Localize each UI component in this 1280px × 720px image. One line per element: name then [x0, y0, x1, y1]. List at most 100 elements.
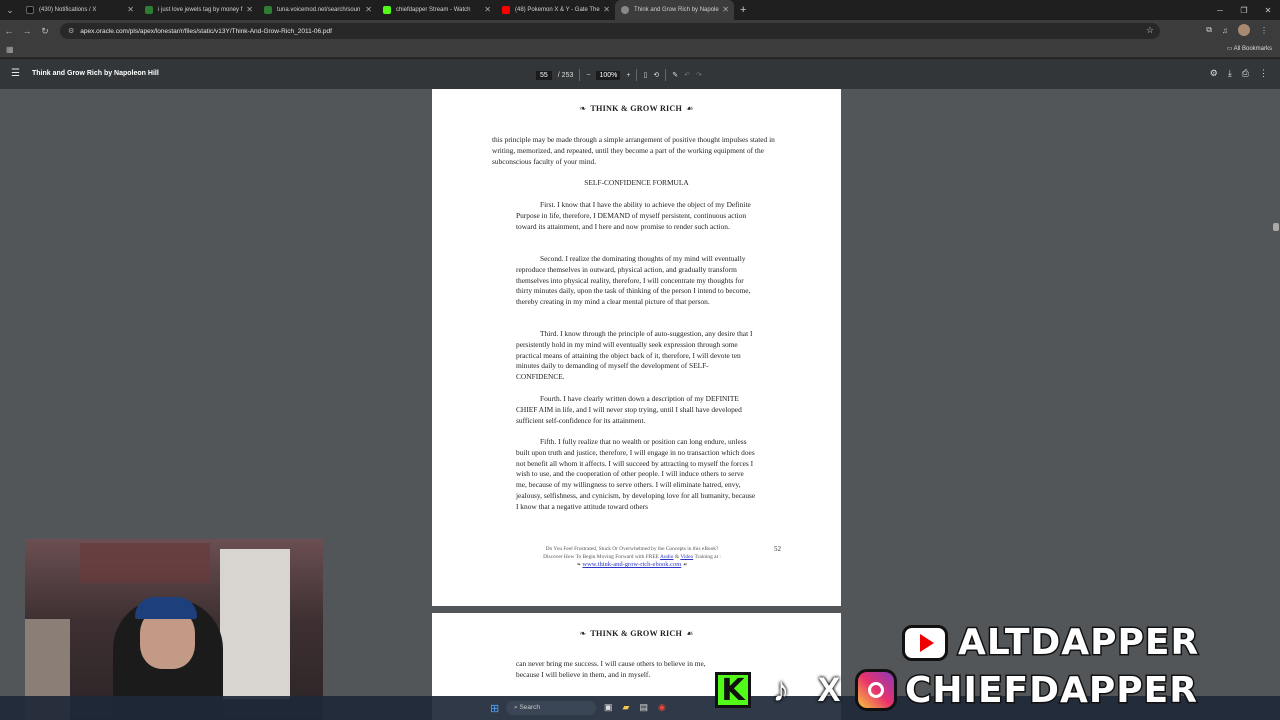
- footer-amp: &: [674, 554, 680, 560]
- youtube-logo-icon: [902, 624, 948, 661]
- divider: [636, 69, 638, 81]
- intro-paragraph: this principle may be made through a sim…: [492, 135, 775, 166]
- formula-paragraph-first: First. I know that I have the ability to…: [516, 200, 751, 231]
- tab-kick-stream[interactable]: chiefdapper Stream - Watch ✕: [377, 0, 496, 20]
- store-icon[interactable]: ▤: [639, 702, 648, 713]
- taskbar-search[interactable]: ⌕ Search: [506, 701, 596, 715]
- tab-think-and-grow-rich[interactable]: Think and Grow Rich by Napole ✕: [615, 0, 734, 20]
- scrollbar-thumb[interactable]: [1273, 223, 1279, 231]
- divider: [665, 69, 667, 81]
- close-tab-icon[interactable]: ✕: [484, 5, 491, 14]
- tab-label: (48) Pokemon X & Y - Gate The: [515, 7, 600, 13]
- webcam-cap: [135, 597, 197, 619]
- ornament-icon: ☙: [682, 562, 688, 568]
- zoom-input[interactable]: 100%: [596, 70, 621, 80]
- site-info-icon[interactable]: ⚙: [68, 27, 74, 35]
- x-favicon-icon: [26, 6, 34, 14]
- annotate-icon[interactable]: ✎: [672, 71, 678, 79]
- social-handle: CHIEFDAPPER: [904, 668, 1199, 712]
- download-icon[interactable]: ⤓: [1228, 68, 1232, 79]
- divider: [579, 69, 581, 81]
- tab-label: tuna.voicemod.net/search/soun: [277, 7, 361, 13]
- pdf-toolbar: ☰ Think and Grow Rich by Napoleon Hill 5…: [0, 59, 1280, 89]
- profile-avatar[interactable]: [1238, 24, 1250, 36]
- close-tab-icon[interactable]: ✕: [246, 5, 253, 14]
- webcam-door: [220, 549, 290, 699]
- x-logo-icon: X: [817, 670, 841, 709]
- browser-menu-icon[interactable]: ⋮: [1260, 26, 1268, 35]
- sidebar-menu-icon[interactable]: ☰: [11, 68, 20, 79]
- pdf-page: ❧ THINK & GROW RICH ☙ this principle may b…: [432, 89, 841, 606]
- new-tab-icon[interactable]: +: [740, 4, 746, 16]
- page-total: / 253: [557, 71, 574, 79]
- task-view-icon[interactable]: ▣: [604, 702, 613, 713]
- youtube-branding: ALTDAPPER: [902, 621, 1200, 665]
- tab-search-icon[interactable]: ⌄: [0, 0, 20, 20]
- browser-actions: ⧉ ♫ ⋮: [1206, 24, 1268, 36]
- ornament-icon: ❧: [576, 562, 582, 568]
- header-text: THINK & GROW RICH: [590, 104, 683, 113]
- bookmarks-bar: ▦ ▭ All Bookmarks: [0, 42, 1280, 58]
- close-tab-icon[interactable]: ✕: [365, 5, 372, 14]
- formula-paragraph-third: Third. I know through the principle of a…: [516, 329, 753, 382]
- tab-voicemod[interactable]: tuna.voicemod.net/search/soun ✕: [258, 0, 377, 20]
- redo-icon[interactable]: ↷: [696, 71, 702, 79]
- social-branding: K ♪ X CHIEFDAPPER: [715, 668, 1198, 712]
- close-window-icon[interactable]: ✕: [1256, 0, 1280, 20]
- more-options-icon[interactable]: ⋮: [1259, 68, 1268, 79]
- footer-line2: Discover How To Begin Moving Forward wit…: [522, 553, 742, 561]
- close-tab-icon[interactable]: ✕: [127, 5, 134, 14]
- video-link[interactable]: Video: [680, 554, 693, 560]
- fit-page-icon[interactable]: ▯: [643, 71, 647, 79]
- page-footer: Do You Feel Frustrated, Stuck Or Overwhe…: [522, 545, 742, 569]
- header-text: THINK & GROW RICH: [590, 629, 683, 638]
- bookmark-star-icon[interactable]: ☆: [1146, 25, 1154, 36]
- ebook-url-link[interactable]: www.think-and-grow-rich-ebook.com: [582, 561, 681, 568]
- ornament-icon: ❧: [579, 629, 587, 638]
- chrome-icon[interactable]: ◉: [658, 702, 666, 713]
- formula-paragraph-fourth: Fourth. I have clearly written down a de…: [516, 394, 742, 425]
- tab-youtube-pokemon[interactable]: (48) Pokemon X & Y - Gate The ✕: [496, 0, 615, 20]
- file-explorer-icon[interactable]: ▰: [623, 702, 630, 713]
- page-navigation: 55 / 253 − 100% + ▯ ⟲ ✎ ↶ ↷: [536, 69, 702, 81]
- pdf-settings-icon[interactable]: ⚙: [1210, 68, 1218, 79]
- forward-icon[interactable]: →: [18, 26, 36, 36]
- zoom-in-icon[interactable]: +: [626, 72, 630, 79]
- printed-page-number: 52: [774, 545, 781, 553]
- ornament-icon: ❧: [579, 104, 587, 113]
- minimize-icon[interactable]: ─: [1208, 0, 1232, 20]
- address-bar[interactable]: ⚙ apex.oracle.com/pls/apex/lonestar/r/fi…: [60, 23, 1160, 39]
- media-icon[interactable]: ♫: [1222, 26, 1228, 35]
- document-title: Think and Grow Rich by Napoleon Hill: [32, 70, 159, 77]
- page-header: ❧ THINK & GROW RICH ☙: [432, 104, 841, 113]
- close-tab-icon[interactable]: ✕: [603, 5, 610, 14]
- audio-link[interactable]: Audio: [660, 554, 673, 560]
- extensions-icon[interactable]: ⧉: [1206, 25, 1212, 35]
- close-tab-icon[interactable]: ✕: [722, 5, 729, 14]
- undo-icon[interactable]: ↶: [684, 71, 690, 79]
- navigation-bar: ← → ↻ ⚙ apex.oracle.com/pls/apex/lonesta…: [0, 20, 1280, 42]
- all-bookmarks-button[interactable]: ▭ All Bookmarks: [1227, 45, 1272, 52]
- scrollbar[interactable]: [1272, 89, 1280, 720]
- tab-jewels-tag[interactable]: i just love jewels tag by money f ✕: [139, 0, 258, 20]
- url-text: apex.oracle.com/pls/apex/lonestar/r/file…: [80, 27, 332, 35]
- page-header: ❧ THINK & GROW RICH ☙: [432, 629, 841, 638]
- footer-line1: Do You Feel Frustrated, Stuck Or Overwhe…: [545, 546, 719, 552]
- webcam-poster: [80, 543, 210, 583]
- site-favicon-icon: [264, 6, 272, 14]
- back-icon[interactable]: ←: [0, 26, 18, 36]
- tab-x-notifications[interactable]: (430) Notifications / X ✕: [20, 0, 139, 20]
- footer-line3: ❧ www.think-and-grow-rich-ebook.com ☙: [522, 561, 742, 569]
- zoom-out-icon[interactable]: −: [586, 72, 590, 79]
- taskbar-apps: ▣ ▰ ▤ ◉: [604, 702, 666, 713]
- globe-favicon-icon: [621, 6, 629, 14]
- page-number-input[interactable]: 55: [536, 70, 552, 80]
- print-icon[interactable]: ⎙: [1242, 68, 1249, 79]
- rotate-icon[interactable]: ⟲: [653, 71, 659, 79]
- taskbar-search-label: Search: [519, 704, 541, 711]
- reload-icon[interactable]: ↻: [36, 26, 54, 37]
- maximize-icon[interactable]: ❐: [1232, 0, 1256, 20]
- windows-start-icon[interactable]: ⊞: [490, 702, 499, 715]
- tab-label: (430) Notifications / X: [39, 7, 97, 13]
- apps-grid-icon[interactable]: ▦: [6, 45, 14, 54]
